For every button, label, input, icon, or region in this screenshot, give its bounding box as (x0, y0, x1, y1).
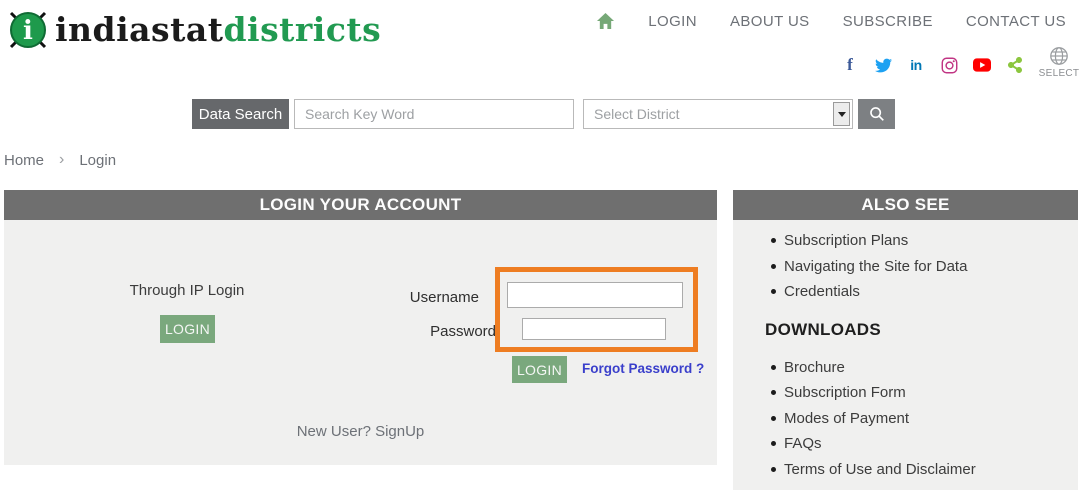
linkedin-icon[interactable]: in (907, 56, 925, 74)
login-panel-title: LOGIN YOUR ACCOUNT (4, 190, 717, 220)
downloads-heading: DOWNLOADS (765, 320, 1078, 340)
breadcrumb-separator: › (59, 151, 64, 169)
share-icon[interactable] (1006, 56, 1024, 74)
ip-login-label: Through IP Login (87, 282, 287, 299)
brand-target-icon: i (6, 8, 50, 52)
brand-title-green: districts (223, 10, 381, 49)
also-see-list: Subscription Plans Navigating the Site f… (733, 228, 1078, 305)
password-input[interactable] (522, 318, 666, 340)
nav-item-subscribe[interactable]: SUBSCRIBE (843, 13, 933, 30)
downloads-link-modes-of-payment[interactable]: Modes of Payment (733, 406, 1078, 432)
breadcrumb: Home › Login (4, 151, 116, 169)
login-panel-body: Through IP Login LOGIN Username Password… (4, 220, 717, 465)
district-select[interactable]: Select District (583, 99, 853, 129)
search-submit-button[interactable] (858, 99, 895, 129)
login-submit-button[interactable]: LOGIN (512, 356, 567, 383)
svg-text:i: i (23, 16, 33, 46)
signup-link[interactable]: New User? SignUp (4, 423, 717, 440)
district-select-value: Select District (594, 106, 833, 122)
facebook-icon[interactable]: f (841, 56, 859, 74)
also-see-body: Subscription Plans Navigating the Site f… (733, 220, 1078, 490)
home-nav-button[interactable] (596, 12, 615, 30)
login-panel: LOGIN YOUR ACCOUNT Through IP Login LOGI… (4, 190, 717, 465)
also-see-link-navigating-site[interactable]: Navigating the Site for Data (733, 254, 1078, 280)
downloads-link-terms[interactable]: Terms of Use and Disclaimer (733, 457, 1078, 483)
also-see-link-credentials[interactable]: Credentials (733, 279, 1078, 305)
search-icon (868, 105, 886, 123)
language-select-label: SELECT (1036, 68, 1080, 79)
nav-item-login[interactable]: LOGIN (648, 13, 697, 30)
social-links: f in (841, 56, 1024, 74)
brand-logo[interactable]: i indiastatdistricts (6, 8, 381, 52)
breadcrumb-home[interactable]: Home (4, 152, 44, 169)
also-see-link-subscription-plans[interactable]: Subscription Plans (733, 228, 1078, 254)
nav-item-about-us[interactable]: ABOUT US (730, 13, 810, 30)
globe-icon (1036, 46, 1080, 66)
brand-title-dark: indiastat (55, 10, 223, 49)
district-select-caret-button[interactable] (833, 102, 850, 126)
downloads-list: Brochure Subscription Form Modes of Paym… (733, 355, 1078, 483)
top-nav: LOGIN ABOUT US SUBSCRIBE CONTACT US (596, 12, 1066, 30)
youtube-icon[interactable] (973, 56, 991, 74)
page: i indiastatdistricts LOGIN ABOUT US SUBS… (0, 0, 1080, 490)
also-see-panel: ALSO SEE Subscription Plans Navigating t… (733, 190, 1078, 490)
search-bar: Data Search Select District (192, 99, 895, 129)
brand-title: indiastatdistricts (55, 8, 381, 52)
password-label: Password (386, 323, 496, 340)
username-input[interactable] (507, 282, 683, 308)
breadcrumb-current: Login (79, 152, 116, 169)
ip-login-button[interactable]: LOGIN (160, 315, 215, 343)
chevron-down-icon (838, 112, 846, 117)
language-selector[interactable]: SELECT (1036, 46, 1080, 79)
search-input[interactable] (294, 99, 574, 129)
instagram-icon[interactable] (940, 56, 958, 74)
downloads-link-subscription-form[interactable]: Subscription Form (733, 380, 1078, 406)
downloads-link-brochure[interactable]: Brochure (733, 355, 1078, 381)
home-icon (596, 12, 615, 30)
also-see-title: ALSO SEE (733, 190, 1078, 220)
downloads-link-faqs[interactable]: FAQs (733, 431, 1078, 457)
username-label: Username (369, 289, 479, 306)
forgot-password-link[interactable]: Forgot Password ? (582, 361, 704, 376)
twitter-icon[interactable] (874, 56, 892, 74)
data-search-button[interactable]: Data Search (192, 99, 289, 129)
nav-item-contact-us[interactable]: CONTACT US (966, 13, 1066, 30)
